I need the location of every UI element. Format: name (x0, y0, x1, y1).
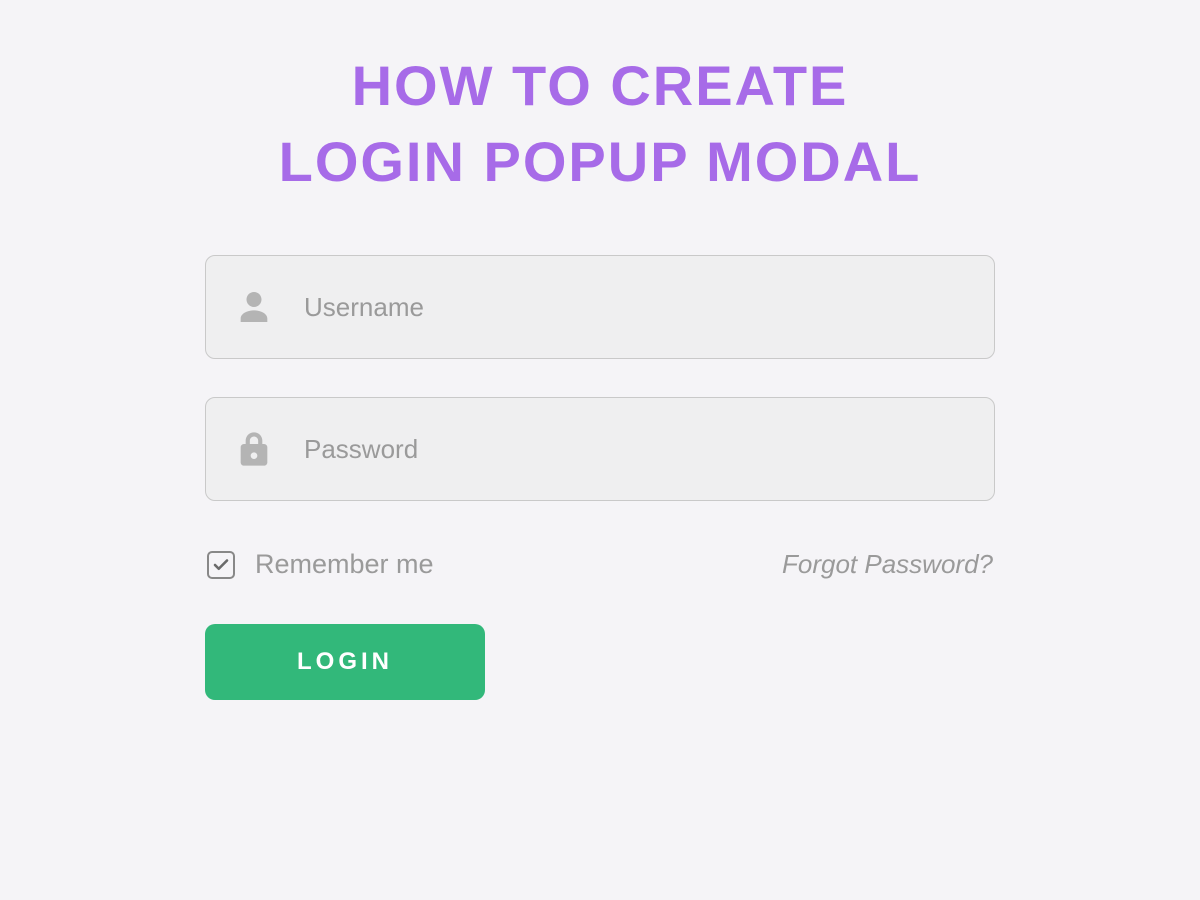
page-title-line2: LOGIN POPUP MODAL (279, 130, 922, 193)
forgot-password-link[interactable]: Forgot Password? (782, 549, 993, 580)
login-form: Remember me Forgot Password? LOGIN (205, 255, 995, 700)
page-title-line1: HOW TO CREATE (352, 54, 849, 117)
user-icon (234, 287, 274, 327)
options-row: Remember me Forgot Password? (205, 549, 995, 580)
username-field-container[interactable] (205, 255, 995, 359)
remember-me-toggle[interactable]: Remember me (207, 549, 434, 580)
username-input[interactable] (304, 292, 966, 323)
lock-icon (234, 429, 274, 469)
remember-checkbox[interactable] (207, 551, 235, 579)
page-title: HOW TO CREATE LOGIN POPUP MODAL (279, 48, 922, 199)
password-field-container[interactable] (205, 397, 995, 501)
login-button[interactable]: LOGIN (205, 624, 485, 700)
remember-label: Remember me (255, 549, 434, 580)
password-input[interactable] (304, 434, 966, 465)
